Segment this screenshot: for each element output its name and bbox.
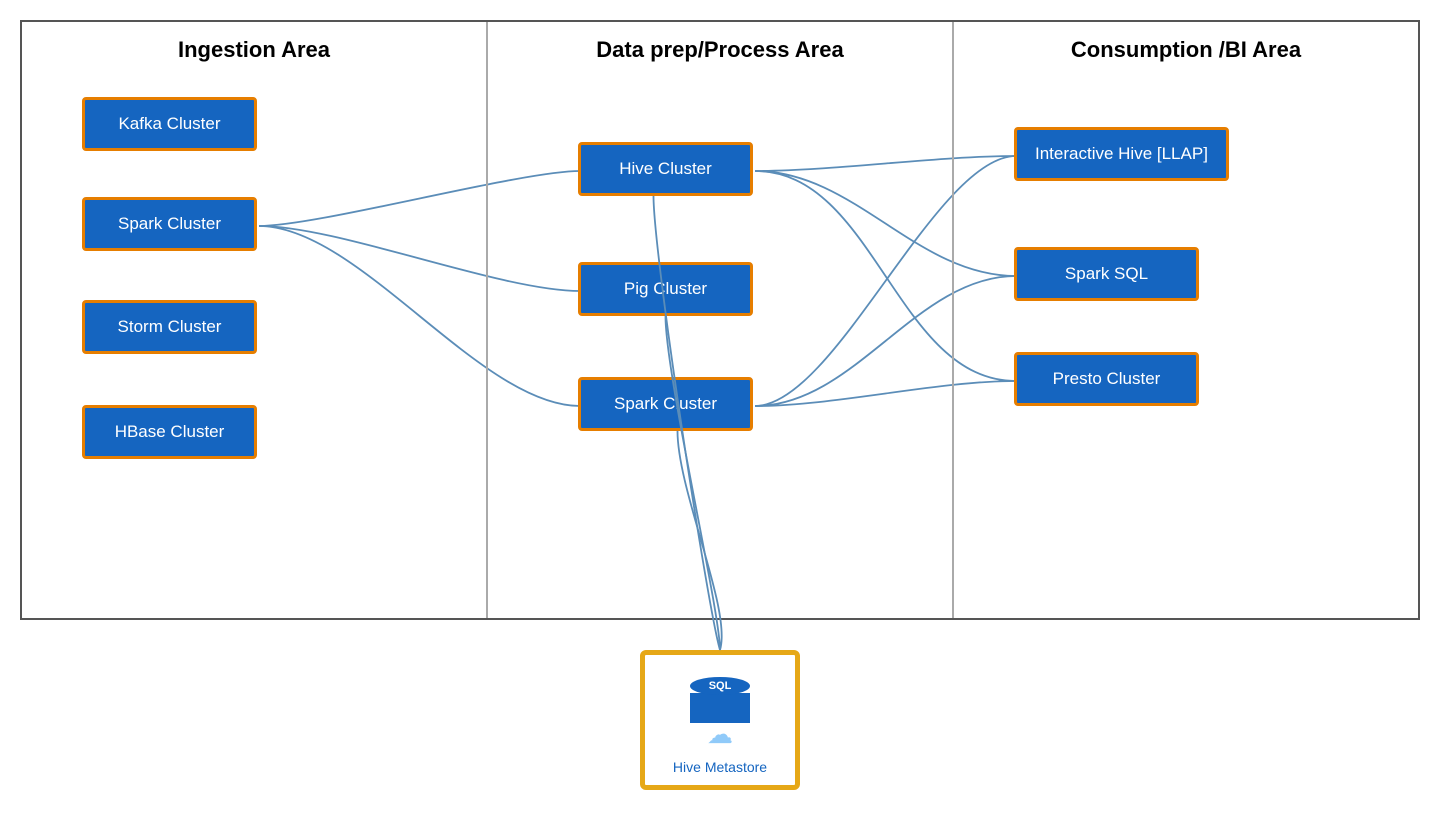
sql-cylinder-top: SQL [690, 677, 750, 695]
process-column: Data prep/Process Area Hive Cluster Pig … [488, 22, 954, 618]
process-header: Data prep/Process Area [488, 37, 952, 63]
main-container: Ingestion Area Kafka Cluster Spark Clust… [20, 20, 1420, 790]
presto-cluster-box: Presto Cluster [1014, 352, 1199, 406]
spark-cluster-ingestion-box: Spark Cluster [82, 197, 257, 251]
hive-cluster-process-box: Hive Cluster [578, 142, 753, 196]
interactive-hive-box: Interactive Hive [LLAP] [1014, 127, 1229, 181]
sql-icon: SQL ☁ [680, 673, 760, 753]
hbase-cluster-box: HBase Cluster [82, 405, 257, 459]
below-area: SQL ☁ Hive Metastore [20, 620, 1420, 790]
diagram-area: Ingestion Area Kafka Cluster Spark Clust… [20, 20, 1420, 620]
ingestion-header: Ingestion Area [22, 37, 486, 63]
cloud-icon: ☁ [707, 719, 733, 750]
consumption-column: Consumption /BI Area Interactive Hive [L… [954, 22, 1418, 618]
pig-cluster-box: Pig Cluster [578, 262, 753, 316]
spark-sql-box: Spark SQL [1014, 247, 1199, 301]
kafka-cluster-box: Kafka Cluster [82, 97, 257, 151]
storm-cluster-box: Storm Cluster [82, 300, 257, 354]
spark-cluster-process-box: Spark Cluster [578, 377, 753, 431]
metastore-label: Hive Metastore [673, 759, 767, 775]
ingestion-column: Ingestion Area Kafka Cluster Spark Clust… [22, 22, 488, 618]
metastore-box: SQL ☁ Hive Metastore [640, 650, 800, 790]
consumption-header: Consumption /BI Area [954, 37, 1418, 63]
